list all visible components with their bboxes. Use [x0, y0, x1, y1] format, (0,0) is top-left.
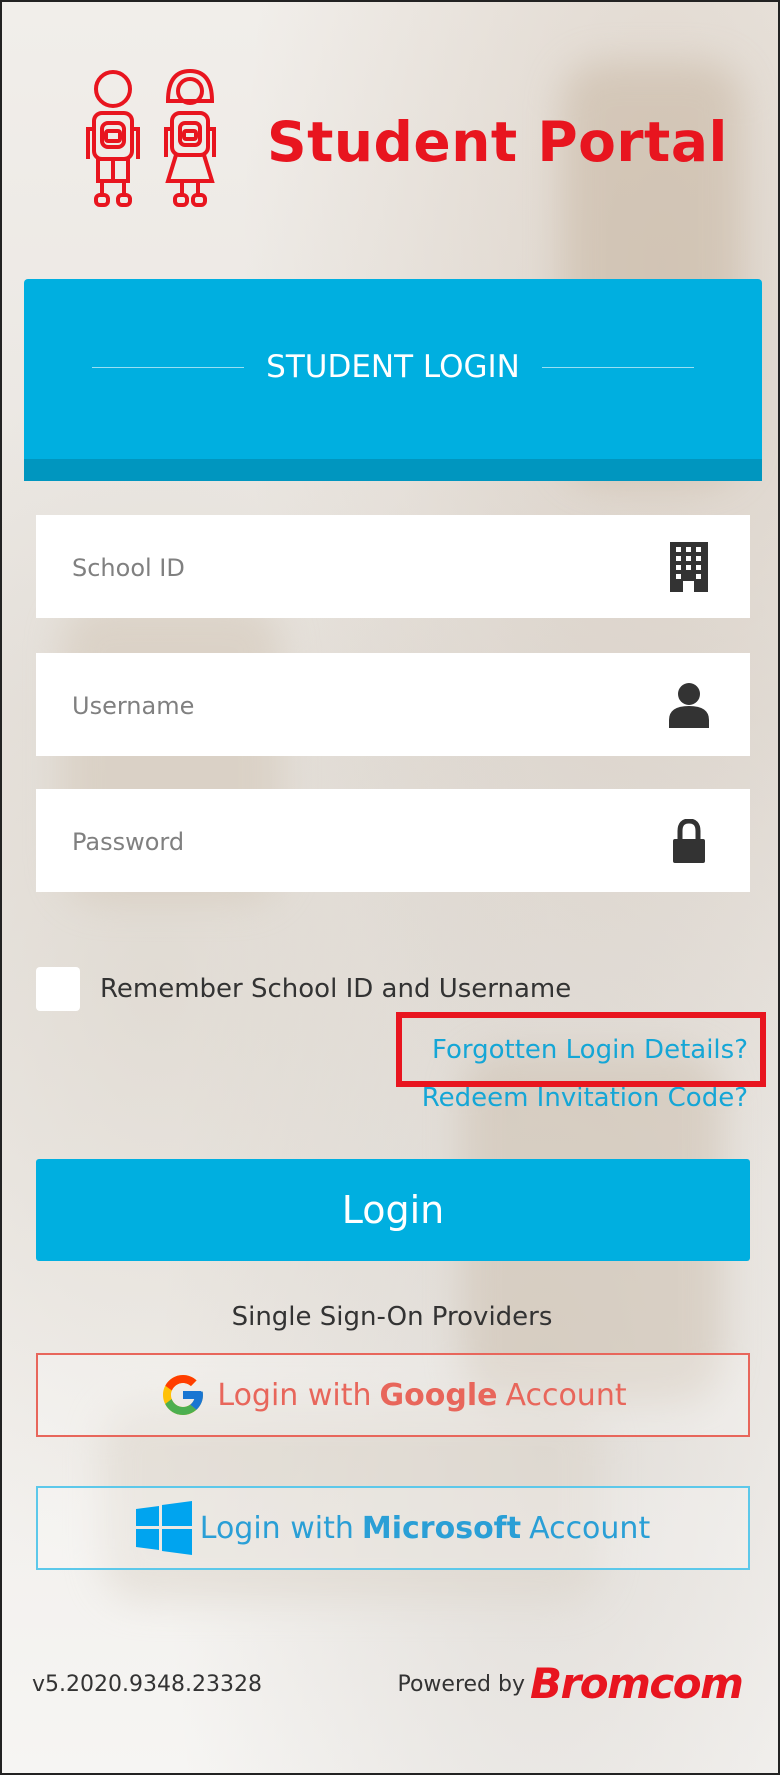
username-field [36, 653, 750, 758]
remember-me: Remember School ID and Username [36, 967, 571, 1011]
microsoft-login-suffix: Account [529, 1510, 651, 1546]
powered-by-label: Powered by [397, 1672, 525, 1697]
microsoft-provider-name: Microsoft [361, 1510, 522, 1546]
building-icon [666, 541, 712, 593]
student-portal-logo [72, 67, 222, 217]
annotation-highlight-box [396, 1012, 766, 1087]
app-title: Student Portal [267, 110, 728, 174]
login-button[interactable]: Login [36, 1159, 750, 1261]
google-login-button[interactable]: Login with Google Account [36, 1353, 750, 1437]
remember-checkbox[interactable] [36, 967, 80, 1011]
remember-label: Remember School ID and Username [100, 974, 572, 1004]
google-login-prefix: Login with [217, 1377, 372, 1413]
login-header: STUDENT LOGIN [24, 279, 762, 481]
password-field [36, 789, 750, 894]
students-icon [86, 68, 216, 207]
lock-icon [666, 815, 712, 867]
password-input[interactable] [70, 789, 674, 894]
login-page: Student Portal STUDENT LOGIN School ID U… [0, 0, 780, 1775]
microsoft-login-prefix: Login with [199, 1510, 354, 1546]
header-bottom-bar [24, 459, 762, 481]
user-icon [666, 679, 712, 731]
redeem-invitation-link[interactable]: Redeem Invitation Code? [422, 1083, 748, 1113]
bromcom-logo: Bromcom [530, 1659, 744, 1708]
username-input[interactable] [70, 653, 674, 758]
google-provider-name: Google [379, 1377, 498, 1413]
divider [542, 367, 694, 368]
sso-label: Single Sign-On Providers [231, 1302, 553, 1332]
microsoft-login-button[interactable]: Login with Microsoft Account [36, 1486, 750, 1570]
google-login-suffix: Account [505, 1377, 627, 1413]
school-id-field [36, 515, 750, 620]
google-g-icon [159, 1371, 207, 1419]
windows-icon [135, 1501, 192, 1555]
school-id-input[interactable] [70, 515, 674, 620]
version-label: v5.2020.9348.23328 [32, 1672, 262, 1697]
